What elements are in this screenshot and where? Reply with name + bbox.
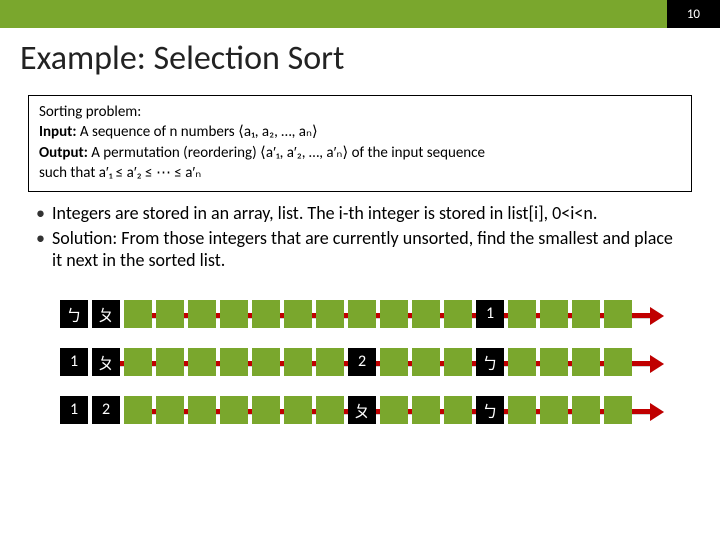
problem-input-line: Input: A sequence of n numbers ⟨a₁, a₂, … xyxy=(39,122,681,142)
problem-line-1: Sorting problem: xyxy=(39,102,681,122)
array-row-2: 12 ㄆ ㄅ xyxy=(60,396,660,426)
array-cell xyxy=(380,396,408,424)
array-cell xyxy=(444,348,472,376)
array-cell xyxy=(412,300,440,328)
array-cell xyxy=(156,396,184,424)
problem-output-line: Output: A permutation (reordering) ⟨a′₁,… xyxy=(39,143,681,163)
array-cell xyxy=(284,396,312,424)
slide-title: Example: Selection Sort xyxy=(0,28,720,87)
array-cell xyxy=(380,300,408,328)
array-cell xyxy=(348,300,376,328)
array-cell xyxy=(540,348,568,376)
output-label: Output: xyxy=(39,144,88,162)
bullet-dot: • xyxy=(36,202,52,225)
array-cell xyxy=(316,348,344,376)
array-cell xyxy=(284,348,312,376)
problem-line-4: such that a′₁ ≤ a′₂ ≤ ⋯ ≤ a′ₙ xyxy=(39,163,681,183)
array-cell xyxy=(316,300,344,328)
array-cell xyxy=(252,348,280,376)
array-cell xyxy=(156,300,184,328)
bullet-dot: • xyxy=(36,227,52,272)
cells: 12 ㄆ ㄅ xyxy=(60,396,632,424)
array-cell xyxy=(124,396,152,424)
header-bar: 10 xyxy=(0,0,720,28)
array-cell xyxy=(220,300,248,328)
cells: ㄅㄆ 1 xyxy=(60,300,632,328)
input-label: Input: xyxy=(39,123,77,141)
highlight-cell: 1 xyxy=(60,396,88,424)
array-cell xyxy=(508,348,536,376)
array-cell xyxy=(412,348,440,376)
array-cell xyxy=(540,396,568,424)
array-cell xyxy=(380,348,408,376)
highlight-cell: ㄆ xyxy=(348,396,376,424)
highlight-cell: ㄅ xyxy=(60,300,88,328)
highlight-cell: ㄆ xyxy=(92,300,120,328)
array-cell xyxy=(508,300,536,328)
array-cell xyxy=(508,396,536,424)
highlight-cell: 1 xyxy=(476,300,504,328)
array-cell xyxy=(188,300,216,328)
output-text: A permutation (reordering) ⟨a′₁, a′₂, …,… xyxy=(88,144,485,162)
array-cell xyxy=(220,396,248,424)
input-text: A sequence of n numbers ⟨a₁, a₂, …, aₙ⟩ xyxy=(77,123,318,141)
array-cell xyxy=(444,396,472,424)
bullet-list: •Integers are stored in an array, list. … xyxy=(0,198,720,280)
array-cell xyxy=(412,396,440,424)
array-cell xyxy=(124,300,152,328)
cells: 1ㄆ 2 ㄅ xyxy=(60,348,632,376)
highlight-cell: 1 xyxy=(60,348,88,376)
array-cell xyxy=(220,348,248,376)
highlight-cell: 2 xyxy=(92,396,120,424)
array-cell xyxy=(252,396,280,424)
array-cell xyxy=(604,396,632,424)
array-cell xyxy=(444,300,472,328)
highlight-cell: 2 xyxy=(348,348,376,376)
bullet-1-text: Integers are stored in an array, list. T… xyxy=(52,202,597,225)
array-cell xyxy=(284,300,312,328)
array-cell xyxy=(540,300,568,328)
highlight-cell: ㄅ xyxy=(476,396,504,424)
page-number: 10 xyxy=(667,0,720,28)
array-visualization: ㄅㄆ11ㄆ2ㄅ12ㄆㄅ xyxy=(0,280,720,426)
array-cell xyxy=(316,396,344,424)
problem-definition-box: Sorting problem: Input: A sequence of n … xyxy=(28,95,692,192)
array-cell xyxy=(156,348,184,376)
highlight-cell: ㄆ xyxy=(92,348,120,376)
array-row-1: 1ㄆ 2 ㄅ xyxy=(60,348,660,378)
array-row-0: ㄅㄆ 1 xyxy=(60,300,660,330)
array-cell xyxy=(604,300,632,328)
bullet-2-text: Solution: From those integers that are c… xyxy=(52,227,684,272)
array-cell xyxy=(572,396,600,424)
bullet-1: •Integers are stored in an array, list. … xyxy=(36,202,684,225)
array-cell xyxy=(572,348,600,376)
array-cell xyxy=(124,348,152,376)
array-cell xyxy=(604,348,632,376)
array-cell xyxy=(252,300,280,328)
highlight-cell: ㄅ xyxy=(476,348,504,376)
array-cell xyxy=(188,348,216,376)
bullet-2: •Solution: From those integers that are … xyxy=(36,227,684,272)
array-cell xyxy=(188,396,216,424)
array-cell xyxy=(572,300,600,328)
